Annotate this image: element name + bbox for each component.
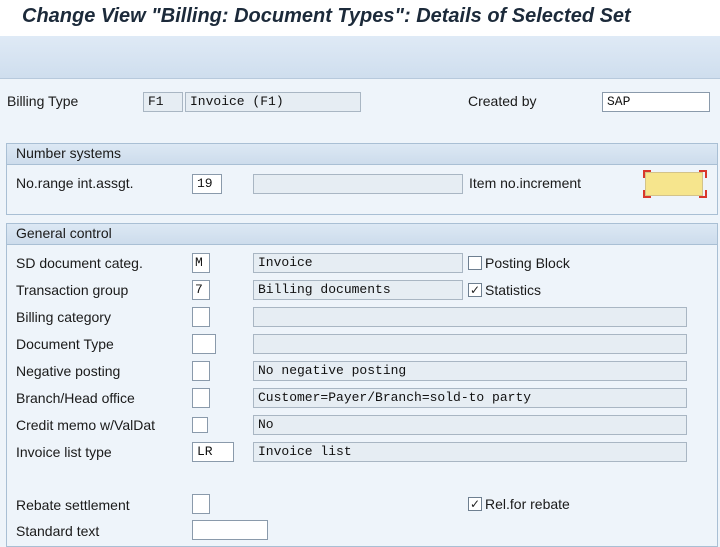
billing-category-description xyxy=(253,307,687,327)
credit-memo-label: Credit memo w/ValDat xyxy=(16,417,156,433)
rebate-settlement-label: Rebate settlement xyxy=(16,497,130,513)
item-increment-field[interactable] xyxy=(645,172,703,196)
number-systems-header: Number systems xyxy=(7,144,717,165)
billing-category-label: Billing category xyxy=(16,309,111,325)
no-range-field[interactable]: 19 xyxy=(192,174,222,194)
negative-posting-description: No negative posting xyxy=(253,361,687,381)
required-marker-icon xyxy=(643,170,651,178)
checkmark-icon: ✓ xyxy=(469,497,481,511)
standard-text-field[interactable] xyxy=(192,520,268,540)
document-type-label: Document Type xyxy=(16,336,114,352)
created-by-label: Created by xyxy=(468,93,537,109)
required-marker-icon xyxy=(699,170,707,178)
sd-document-categ-field[interactable]: M xyxy=(192,253,210,273)
checkmark-icon: ✓ xyxy=(469,283,481,297)
no-range-label: No.range int.assgt. xyxy=(16,175,134,191)
billing-category-field[interactable] xyxy=(192,307,210,327)
posting-block-checkbox[interactable] xyxy=(468,256,482,270)
general-control-title: General control xyxy=(16,225,112,241)
item-increment-label: Item no.increment xyxy=(469,175,582,191)
document-type-description xyxy=(253,334,687,354)
transaction-group-label: Transaction group xyxy=(16,282,129,298)
sd-document-categ-label: SD document categ. xyxy=(16,255,143,271)
rel-for-rebate-label: Rel.for rebate xyxy=(485,496,570,512)
billing-type-label: Billing Type xyxy=(7,93,79,109)
negative-posting-field[interactable] xyxy=(192,361,210,381)
content-area: Billing Type F1 Invoice (F1) Created by … xyxy=(0,79,720,547)
general-control-header: General control xyxy=(7,224,717,245)
invoice-list-type-label: Invoice list type xyxy=(16,444,112,460)
credit-memo-field[interactable] xyxy=(192,417,208,433)
required-marker-icon xyxy=(699,190,707,198)
application-toolbar xyxy=(0,36,720,79)
rel-for-rebate-checkbox[interactable]: ✓ xyxy=(468,497,482,511)
branch-head-office-field[interactable] xyxy=(192,388,210,408)
window-title: Change View "Billing: Document Types": D… xyxy=(22,5,631,27)
credit-memo-description: No xyxy=(253,415,687,435)
statistics-checkbox[interactable]: ✓ xyxy=(468,283,482,297)
transaction-group-description: Billing documents xyxy=(253,280,463,300)
negative-posting-label: Negative posting xyxy=(16,363,121,379)
transaction-group-field[interactable]: 7 xyxy=(192,280,210,300)
invoice-list-type-field[interactable]: LR xyxy=(192,442,234,462)
billing-type-field: F1 xyxy=(143,92,183,112)
document-type-field[interactable] xyxy=(192,334,216,354)
general-control-group: General control SD document categ. M Inv… xyxy=(6,223,718,547)
invoice-list-type-description: Invoice list xyxy=(253,442,687,462)
sd-document-categ-description: Invoice xyxy=(253,253,463,273)
title-bar: Change View "Billing: Document Types": D… xyxy=(0,0,720,36)
statistics-label: Statistics xyxy=(485,282,542,298)
rebate-settlement-field[interactable] xyxy=(192,494,210,514)
required-marker-icon xyxy=(643,190,651,198)
branch-head-office-description: Customer=Payer/Branch=sold-to party xyxy=(253,388,687,408)
billing-type-description: Invoice (F1) xyxy=(185,92,361,112)
posting-block-label: Posting Block xyxy=(485,255,570,271)
created-by-field[interactable]: SAP xyxy=(602,92,710,112)
number-systems-title: Number systems xyxy=(16,145,122,161)
branch-head-office-label: Branch/Head office xyxy=(16,390,135,406)
standard-text-label: Standard text xyxy=(16,523,100,539)
number-systems-group: Number systems No.range int.assgt. 19 It… xyxy=(6,143,718,215)
no-range-description xyxy=(253,174,463,194)
